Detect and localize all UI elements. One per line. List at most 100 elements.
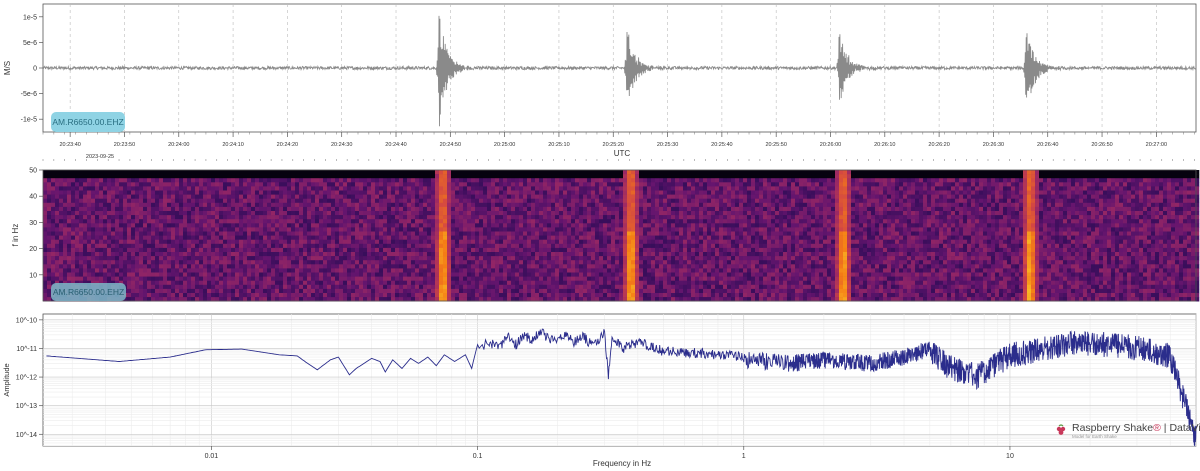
- spectrogram-cell: [531, 215, 536, 220]
- spectrogram-cell: [559, 231, 564, 236]
- spectrogram-cell: [271, 268, 276, 273]
- spectrogram-cell: [431, 182, 436, 187]
- spectrogram-cell: [627, 239, 632, 245]
- spectrogram-cell: [419, 186, 424, 191]
- spectrogram-cell: [159, 293, 164, 298]
- spectrogram-cell: [607, 211, 612, 216]
- spectrogram-cell: [43, 170, 48, 175]
- spectrogram-cell: [139, 252, 144, 257]
- spectrogram-cell: [467, 170, 472, 175]
- spectrogram-cell: [103, 260, 108, 265]
- spectrogram-cell: [259, 174, 264, 179]
- spectrogram-cell: [503, 243, 508, 249]
- spectrogram-cell: [539, 288, 544, 294]
- spectrogram-cell: [275, 202, 280, 208]
- spectrogram-cell: [451, 235, 456, 240]
- spectrogram-cell: [583, 206, 588, 212]
- spectrogram-cell: [291, 194, 296, 199]
- spectrogram-cell: [303, 272, 308, 277]
- spectrogram-cell: [319, 170, 324, 175]
- spectrogram-cell: [203, 170, 208, 175]
- spectrogram-cell: [447, 256, 452, 261]
- spectrogram-cell: [427, 280, 432, 286]
- spectrogram-cell: [327, 293, 332, 298]
- spectrogram-cell: [43, 219, 48, 224]
- spectrogram-cell: [299, 284, 304, 290]
- spectrogram-cell: [455, 243, 460, 249]
- spectrogram-cell: [331, 284, 336, 290]
- spectrogram-cell: [59, 239, 64, 245]
- spectrogram-cell: [323, 206, 328, 212]
- spectrogram-cell: [507, 239, 512, 245]
- spectrogram-cell: [231, 174, 236, 179]
- spectrogram-cell: [59, 190, 64, 195]
- spectrogram-cell: [179, 260, 184, 265]
- spectrogram-cell: [347, 276, 352, 281]
- spectrogram-cell: [523, 239, 528, 245]
- spectrogram-cell: [307, 194, 312, 199]
- spectrogram-cell: [63, 215, 68, 220]
- spectrogram-cell: [143, 235, 148, 240]
- spectrogram-cell: [491, 194, 496, 199]
- spectrogram-cell: [239, 288, 244, 294]
- spectrogram-cell: [451, 288, 456, 294]
- spectrogram-cell: [431, 268, 436, 273]
- spectrogram-cell: [411, 276, 416, 281]
- spectrogram-cell: [519, 178, 524, 183]
- spectrogram-cell: [543, 288, 548, 294]
- spectrogram-cell: [171, 219, 176, 224]
- spectrogram-cell: [379, 243, 384, 249]
- spectrogram-cell: [51, 235, 56, 240]
- spectrogram-cell: [487, 276, 492, 281]
- spectrogram-cell: [339, 174, 344, 179]
- spectrogram-cell: [287, 194, 292, 199]
- spectrogram-cell: [163, 206, 168, 212]
- spectrogram-cell: [271, 252, 276, 257]
- spectrogram-cell: [443, 186, 448, 191]
- spectrogram-cell: [347, 247, 352, 253]
- spectrogram-cell: [423, 198, 428, 204]
- spectrogram-cell: [611, 272, 616, 277]
- spectrogram-cell: [523, 260, 528, 265]
- spectrogram-cell: [51, 239, 56, 245]
- spectrogram-cell: [319, 260, 324, 265]
- spectrogram-cell: [459, 272, 464, 277]
- spectrogram-cell: [67, 223, 72, 228]
- spectrogram-cell: [303, 198, 308, 204]
- spectrogram-cell: [567, 235, 572, 240]
- spectrogram-cell: [443, 194, 448, 199]
- spectrogram-cell: [339, 202, 344, 208]
- spectrogram-cell: [207, 186, 212, 191]
- spectrogram-cell: [583, 276, 588, 281]
- spectrogram-cell: [47, 194, 52, 199]
- spectrogram-cell: [599, 182, 604, 187]
- spectrogram-cell: [279, 174, 284, 179]
- spectrogram-cell: [587, 198, 592, 204]
- spectrogram-cell: [543, 276, 548, 281]
- spectrogram-cell: [315, 280, 320, 286]
- spectrogram-cell: [383, 280, 388, 286]
- spectrogram-cell: [567, 276, 572, 281]
- spectrogram-cell: [267, 178, 272, 183]
- spectrogram-cell: [595, 247, 600, 253]
- spectrogram-cell: [419, 231, 424, 236]
- spectrogram-cell: [279, 194, 284, 199]
- spectrogram-cell: [75, 268, 80, 273]
- spectrogram-cell: [131, 288, 136, 294]
- spectrogram-cell: [103, 243, 108, 249]
- spectrogram-cell: [315, 202, 320, 208]
- spectrogram-cell: [579, 231, 584, 236]
- spectrogram-cell: [423, 235, 428, 240]
- spectrogram-cell: [63, 276, 68, 281]
- spectrogram-cell: [115, 227, 120, 232]
- spectrogram-cell: [427, 174, 432, 179]
- spectrogram-cell: [63, 186, 68, 191]
- spectrogram-cell: [583, 264, 588, 269]
- spectrogram-cell: [343, 239, 348, 245]
- spectrogram-cell: [175, 206, 180, 212]
- spectrogram-cell: [259, 178, 264, 183]
- spectrogram-cell: [567, 247, 572, 253]
- spectrogram-cell: [415, 239, 420, 245]
- spectrogram-cell: [75, 260, 80, 265]
- spectrogram-cell: [199, 264, 204, 269]
